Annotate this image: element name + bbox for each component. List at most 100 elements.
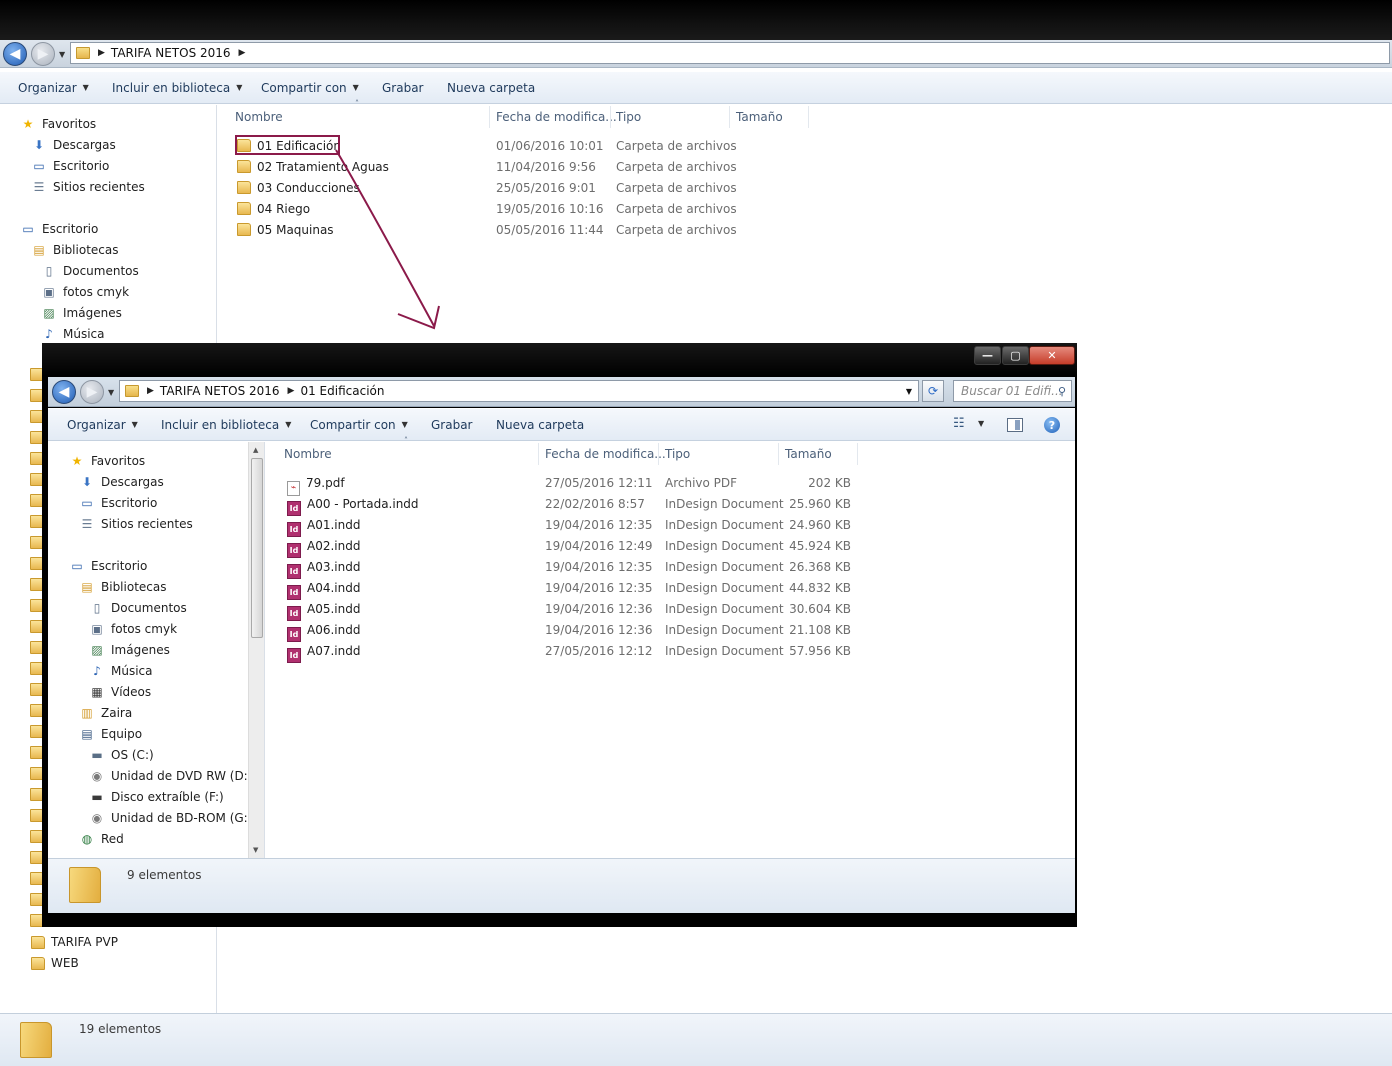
scroll-up-icon[interactable]: ▲ — [253, 446, 258, 454]
column-divider[interactable] — [808, 106, 809, 128]
nav-item[interactable]: WEB — [31, 956, 79, 970]
file-name[interactable]: Id A03.indd — [287, 560, 360, 579]
back-button[interactable]: ◀ — [3, 42, 27, 66]
nav-item[interactable]: ▦ Vídeos — [89, 684, 151, 700]
file-name[interactable]: Id A06.indd — [287, 623, 360, 642]
new-folder-button[interactable]: Nueva carpeta — [447, 81, 535, 95]
file-name[interactable]: Id A01.indd — [287, 518, 360, 537]
nav-item[interactable]: ▣ fotos cmyk — [89, 621, 177, 637]
breadcrumb-chevron-icon[interactable]: ▶ — [288, 386, 295, 396]
new-folder-button[interactable]: Nueva carpeta — [496, 418, 584, 432]
file-name[interactable]: 04 Riego — [237, 202, 310, 216]
change-view-icon[interactable]: ☷ — [953, 416, 965, 431]
forward-button[interactable]: ▶ — [80, 380, 104, 404]
nav-item[interactable]: ☰ Sitios recientes — [31, 179, 145, 195]
view-dropdown-icon[interactable]: ▼ — [978, 419, 984, 428]
minimize-button[interactable]: — — [974, 346, 1001, 365]
maximize-button[interactable]: ▢ — [1002, 346, 1029, 365]
front-address-bar[interactable]: ▶ TARIFA NETOS 2016 ▶ 01 Edificación ▼ — [119, 380, 919, 402]
burn-button[interactable]: Grabar — [382, 81, 424, 95]
nav-item[interactable]: ★ Favoritos — [20, 116, 97, 132]
column-header-size[interactable]: Tamaño — [785, 447, 832, 461]
column-divider[interactable] — [538, 443, 539, 465]
column-header-type[interactable]: Tipo — [665, 447, 690, 461]
file-name[interactable]: 03 Conducciones — [237, 181, 360, 195]
breadcrumb-chevron-icon[interactable]: ▶ — [98, 48, 105, 58]
scroll-down-icon[interactable]: ▼ — [253, 846, 258, 854]
breadcrumb-segment[interactable]: 01 Edificación — [300, 384, 384, 398]
column-header-date[interactable]: Fecha de modifica... — [545, 447, 666, 461]
nav-item[interactable]: ▭ Escritorio — [79, 495, 157, 511]
preview-pane-icon[interactable] — [1007, 418, 1023, 432]
back-address-bar[interactable]: ▶ TARIFA NETOS 2016 ▶ — [70, 42, 1390, 64]
breadcrumb-segment[interactable]: TARIFA NETOS 2016 — [111, 46, 231, 60]
file-name[interactable]: Id A04.indd — [287, 581, 360, 600]
nav-item[interactable]: ♪ Música — [89, 663, 152, 679]
nav-item[interactable]: ▨ Imágenes — [89, 642, 170, 658]
share-with-button[interactable]: Compartir con ▼ — [310, 418, 408, 432]
nav-item[interactable]: ▭ Escritorio — [20, 221, 98, 237]
nav-item[interactable]: ▬ Disco extraíble (F:) — [89, 789, 223, 805]
nav-item[interactable]: ★ Favoritos — [69, 453, 146, 469]
nav-item[interactable]: ▤ Bibliotecas — [31, 242, 118, 258]
breadcrumb-segment[interactable]: TARIFA NETOS 2016 — [160, 384, 280, 398]
column-header-type[interactable]: Tipo — [616, 110, 641, 124]
scroll-thumb[interactable] — [251, 458, 263, 638]
burn-button[interactable]: Grabar — [431, 418, 473, 432]
search-icon[interactable]: ⚲ — [1058, 385, 1066, 398]
file-name[interactable]: Id A00 - Portada.indd — [287, 497, 419, 516]
breadcrumb-chevron-icon[interactable]: ▶ — [239, 48, 246, 58]
nav-item[interactable]: ⬇ Descargas — [79, 474, 164, 490]
address-dropdown-icon[interactable]: ▼ — [906, 387, 912, 396]
file-name[interactable]: Id A02.indd — [287, 539, 360, 558]
breadcrumb-chevron-icon[interactable]: ▶ — [147, 386, 154, 396]
column-header-name[interactable]: Nombre — [284, 447, 332, 461]
column-header-name[interactable]: Nombre — [235, 110, 283, 124]
organize-button[interactable]: Organizar ▼ — [18, 81, 89, 95]
column-header-size[interactable]: Tamaño — [736, 110, 783, 124]
file-name[interactable]: Id A05.indd — [287, 602, 360, 621]
nav-item[interactable]: ▤ Equipo — [79, 726, 142, 742]
nav-item[interactable]: ▭ Escritorio — [31, 158, 109, 174]
nav-item[interactable]: ▥ Zaira — [79, 705, 132, 721]
nav-item[interactable]: ☰ Sitios recientes — [79, 516, 193, 532]
include-in-library-button[interactable]: Incluir en biblioteca ▼ — [161, 418, 291, 432]
nav-item[interactable]: ◍ Red — [79, 831, 124, 847]
file-name[interactable]: 05 Maquinas — [237, 223, 334, 237]
column-divider[interactable] — [729, 106, 730, 128]
column-divider[interactable] — [610, 106, 611, 128]
file-name[interactable]: ⌁ 79.pdf — [287, 476, 345, 496]
column-divider[interactable] — [857, 443, 858, 465]
file-name[interactable]: 02 Tratamiento Aguas — [237, 160, 389, 174]
nav-item[interactable]: ▨ Imágenes — [41, 305, 122, 321]
include-in-library-button[interactable]: Incluir en biblioteca ▼ — [112, 81, 242, 95]
nav-item[interactable]: ▬ OS (C:) — [89, 747, 153, 763]
column-header-date[interactable]: Fecha de modifica... — [496, 110, 617, 124]
nav-item[interactable]: ◉ Unidad de DVD RW (D:) — [89, 768, 253, 784]
nav-item[interactable]: ♪ Música — [41, 326, 104, 342]
recent-pages-dropdown-icon[interactable]: ▼ — [59, 50, 65, 59]
share-with-button[interactable]: Compartir con ▼ — [261, 81, 359, 95]
column-divider[interactable] — [489, 106, 490, 128]
search-input[interactable]: Buscar 01 Edifi... ⚲ — [953, 380, 1072, 402]
nav-item[interactable]: ◉ Unidad de BD-ROM (G:) — [89, 810, 253, 826]
close-button[interactable]: ✕ — [1029, 346, 1075, 365]
nav-item[interactable]: ▤ Bibliotecas — [79, 579, 166, 595]
nav-item[interactable]: ▣ fotos cmyk — [41, 284, 129, 300]
back-button[interactable]: ◀ — [52, 380, 76, 404]
nav-item[interactable]: ▯ Documentos — [89, 600, 187, 616]
column-divider[interactable] — [778, 443, 779, 465]
column-divider[interactable] — [658, 443, 659, 465]
front-window-titlebar[interactable] — [42, 343, 1077, 376]
nav-item[interactable]: ▯ Documentos — [41, 263, 139, 279]
organize-button[interactable]: Organizar ▼ — [67, 418, 138, 432]
forward-button[interactable]: ▶ — [31, 42, 55, 66]
nav-item[interactable]: ⬇ Descargas — [31, 137, 116, 153]
help-icon[interactable]: ? — [1044, 417, 1060, 433]
refresh-icon[interactable]: ⟳ — [922, 380, 944, 402]
nav-item[interactable]: TARIFA PVP — [31, 935, 118, 949]
recent-pages-dropdown-icon[interactable]: ▼ — [108, 388, 114, 397]
file-name[interactable]: Id A07.indd — [287, 644, 360, 663]
navigation-scrollbar[interactable]: ▲ ▼ — [248, 442, 264, 858]
nav-item[interactable]: ▭ Escritorio — [69, 558, 147, 574]
